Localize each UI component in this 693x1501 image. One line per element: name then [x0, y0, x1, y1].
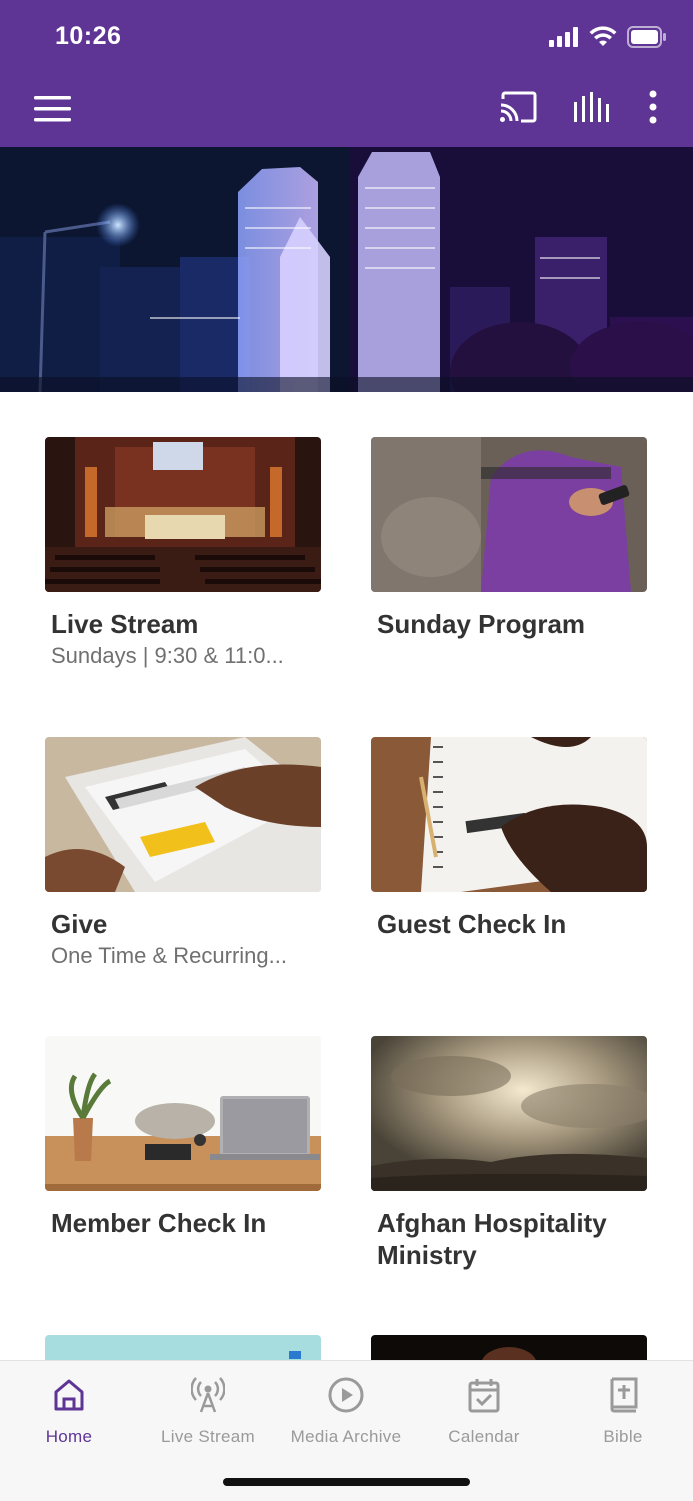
hamburger-menu-icon [34, 96, 71, 122]
tile-title: Sunday Program [377, 609, 586, 639]
cast-button[interactable] [499, 91, 537, 123]
tab-label: Live Stream [160, 1427, 255, 1446]
more-vertical-icon [649, 90, 657, 124]
tab-media-archive[interactable]: Media Archive [277, 1361, 415, 1461]
tab-home[interactable]: Home [0, 1361, 138, 1461]
home-icon [54, 1379, 84, 1411]
more-options-button[interactable] [649, 90, 657, 124]
member-check-in-thumbnail [45, 1036, 321, 1191]
battery-icon [627, 26, 666, 48]
tile-give[interactable]: Give One Time & Recurring... [45, 737, 321, 970]
tab-label: Calendar [448, 1427, 520, 1446]
tile-title: Guest Check In [377, 909, 567, 939]
tab-label: Media Archive [290, 1427, 402, 1446]
home-indicator[interactable] [223, 1478, 470, 1486]
hero-banner-image [0, 147, 693, 392]
tile-sunday-program[interactable]: Sunday Program [371, 437, 647, 640]
tile-guest-check-in[interactable]: Guest Check In [371, 737, 647, 940]
tab-label: Home [45, 1427, 93, 1446]
bible-icon [610, 1377, 638, 1413]
tab-bible[interactable]: Bible [554, 1361, 692, 1461]
tab-calendar[interactable]: Calendar [415, 1361, 553, 1461]
audio-bars-icon [574, 92, 609, 122]
tile-title: Member Check In [51, 1208, 267, 1238]
guest-check-in-thumbnail [371, 737, 647, 892]
calendar-icon [468, 1379, 500, 1413]
broadcast-icon [191, 1377, 225, 1413]
wifi-icon [589, 26, 617, 46]
play-circle-icon [328, 1377, 364, 1413]
sunday-program-thumbnail [371, 437, 647, 592]
menu-button[interactable] [34, 96, 71, 122]
tile-subtitle: One Time & Recurring... [51, 943, 287, 968]
tile-title: Live Stream [51, 609, 199, 639]
status-time: 10:26 [55, 22, 122, 50]
tile-afghan-hospitality-ministry[interactable]: Afghan Hospitality Ministry [371, 1036, 647, 1271]
give-thumbnail [45, 737, 321, 892]
tile-title: Afghan Hospitality Ministry [377, 1208, 607, 1270]
status-icons [549, 26, 667, 48]
top-bar: 10:26 [0, 0, 693, 147]
audio-button[interactable] [573, 92, 613, 122]
afghan-hospitality-ministry-thumbnail [371, 1036, 647, 1191]
cast-icon [500, 91, 537, 123]
tile-member-check-in[interactable]: Member Check In [45, 1036, 321, 1239]
tile-title: Give [51, 909, 108, 939]
live-stream-thumbnail [45, 437, 321, 592]
cellular-signal-icon [549, 27, 578, 47]
tile-live-stream[interactable]: Live Stream Sundays | 9:30 & 11:0... [45, 437, 321, 670]
tile-subtitle: Sundays | 9:30 & 11:0... [51, 643, 284, 668]
tab-label: Bible [603, 1427, 643, 1446]
tab-live-stream[interactable]: Live Stream [139, 1361, 277, 1461]
